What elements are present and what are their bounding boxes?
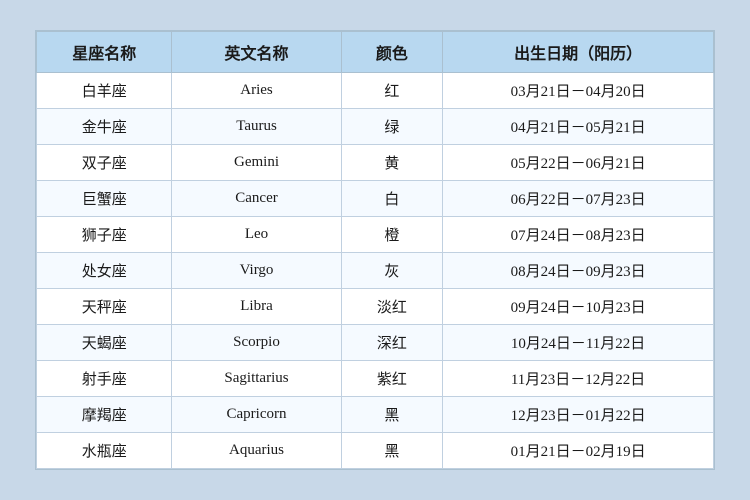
- cell-color: 黄: [341, 145, 443, 181]
- cell-date: 12月23日－01月22日: [443, 397, 714, 433]
- cell-date: 10月24日－11月22日: [443, 325, 714, 361]
- header-color: 颜色: [341, 32, 443, 73]
- cell-date: 05月22日－06月21日: [443, 145, 714, 181]
- cell-chinese: 天蝎座: [37, 325, 172, 361]
- cell-date: 07月24日－08月23日: [443, 217, 714, 253]
- cell-chinese: 水瓶座: [37, 433, 172, 469]
- table-row: 天秤座Libra淡红09月24日－10月23日: [37, 289, 714, 325]
- cell-date: 04月21日－05月21日: [443, 109, 714, 145]
- table-row: 射手座Sagittarius紫红11月23日－12月22日: [37, 361, 714, 397]
- header-date: 出生日期（阳历）: [443, 32, 714, 73]
- table-row: 水瓶座Aquarius黑01月21日－02月19日: [37, 433, 714, 469]
- cell-english: Aries: [172, 73, 341, 109]
- cell-color: 白: [341, 181, 443, 217]
- cell-english: Leo: [172, 217, 341, 253]
- table-row: 狮子座Leo橙07月24日－08月23日: [37, 217, 714, 253]
- table-row: 巨蟹座Cancer白06月22日－07月23日: [37, 181, 714, 217]
- cell-chinese: 巨蟹座: [37, 181, 172, 217]
- cell-chinese: 处女座: [37, 253, 172, 289]
- cell-english: Libra: [172, 289, 341, 325]
- cell-english: Scorpio: [172, 325, 341, 361]
- cell-date: 09月24日－10月23日: [443, 289, 714, 325]
- cell-date: 08月24日－09月23日: [443, 253, 714, 289]
- cell-english: Sagittarius: [172, 361, 341, 397]
- cell-color: 黑: [341, 397, 443, 433]
- cell-color: 黑: [341, 433, 443, 469]
- header-chinese: 星座名称: [37, 32, 172, 73]
- table-row: 摩羯座Capricorn黑12月23日－01月22日: [37, 397, 714, 433]
- cell-color: 灰: [341, 253, 443, 289]
- table-row: 天蝎座Scorpio深红10月24日－11月22日: [37, 325, 714, 361]
- cell-color: 淡红: [341, 289, 443, 325]
- cell-english: Cancer: [172, 181, 341, 217]
- table-row: 处女座Virgo灰08月24日－09月23日: [37, 253, 714, 289]
- cell-chinese: 白羊座: [37, 73, 172, 109]
- cell-english: Virgo: [172, 253, 341, 289]
- cell-color: 深红: [341, 325, 443, 361]
- cell-chinese: 摩羯座: [37, 397, 172, 433]
- cell-english: Capricorn: [172, 397, 341, 433]
- header-english: 英文名称: [172, 32, 341, 73]
- table-row: 金牛座Taurus绿04月21日－05月21日: [37, 109, 714, 145]
- cell-english: Gemini: [172, 145, 341, 181]
- cell-date: 03月21日－04月20日: [443, 73, 714, 109]
- cell-english: Taurus: [172, 109, 341, 145]
- cell-color: 橙: [341, 217, 443, 253]
- cell-date: 06月22日－07月23日: [443, 181, 714, 217]
- cell-chinese: 金牛座: [37, 109, 172, 145]
- table-row: 双子座Gemini黄05月22日－06月21日: [37, 145, 714, 181]
- cell-chinese: 狮子座: [37, 217, 172, 253]
- cell-color: 紫红: [341, 361, 443, 397]
- table-header-row: 星座名称 英文名称 颜色 出生日期（阳历）: [37, 32, 714, 73]
- cell-chinese: 射手座: [37, 361, 172, 397]
- table-row: 白羊座Aries红03月21日－04月20日: [37, 73, 714, 109]
- zodiac-table: 星座名称 英文名称 颜色 出生日期（阳历） 白羊座Aries红03月21日－04…: [36, 31, 714, 469]
- cell-chinese: 天秤座: [37, 289, 172, 325]
- zodiac-table-container: 星座名称 英文名称 颜色 出生日期（阳历） 白羊座Aries红03月21日－04…: [35, 30, 715, 470]
- cell-color: 红: [341, 73, 443, 109]
- cell-date: 11月23日－12月22日: [443, 361, 714, 397]
- cell-english: Aquarius: [172, 433, 341, 469]
- cell-date: 01月21日－02月19日: [443, 433, 714, 469]
- cell-color: 绿: [341, 109, 443, 145]
- cell-chinese: 双子座: [37, 145, 172, 181]
